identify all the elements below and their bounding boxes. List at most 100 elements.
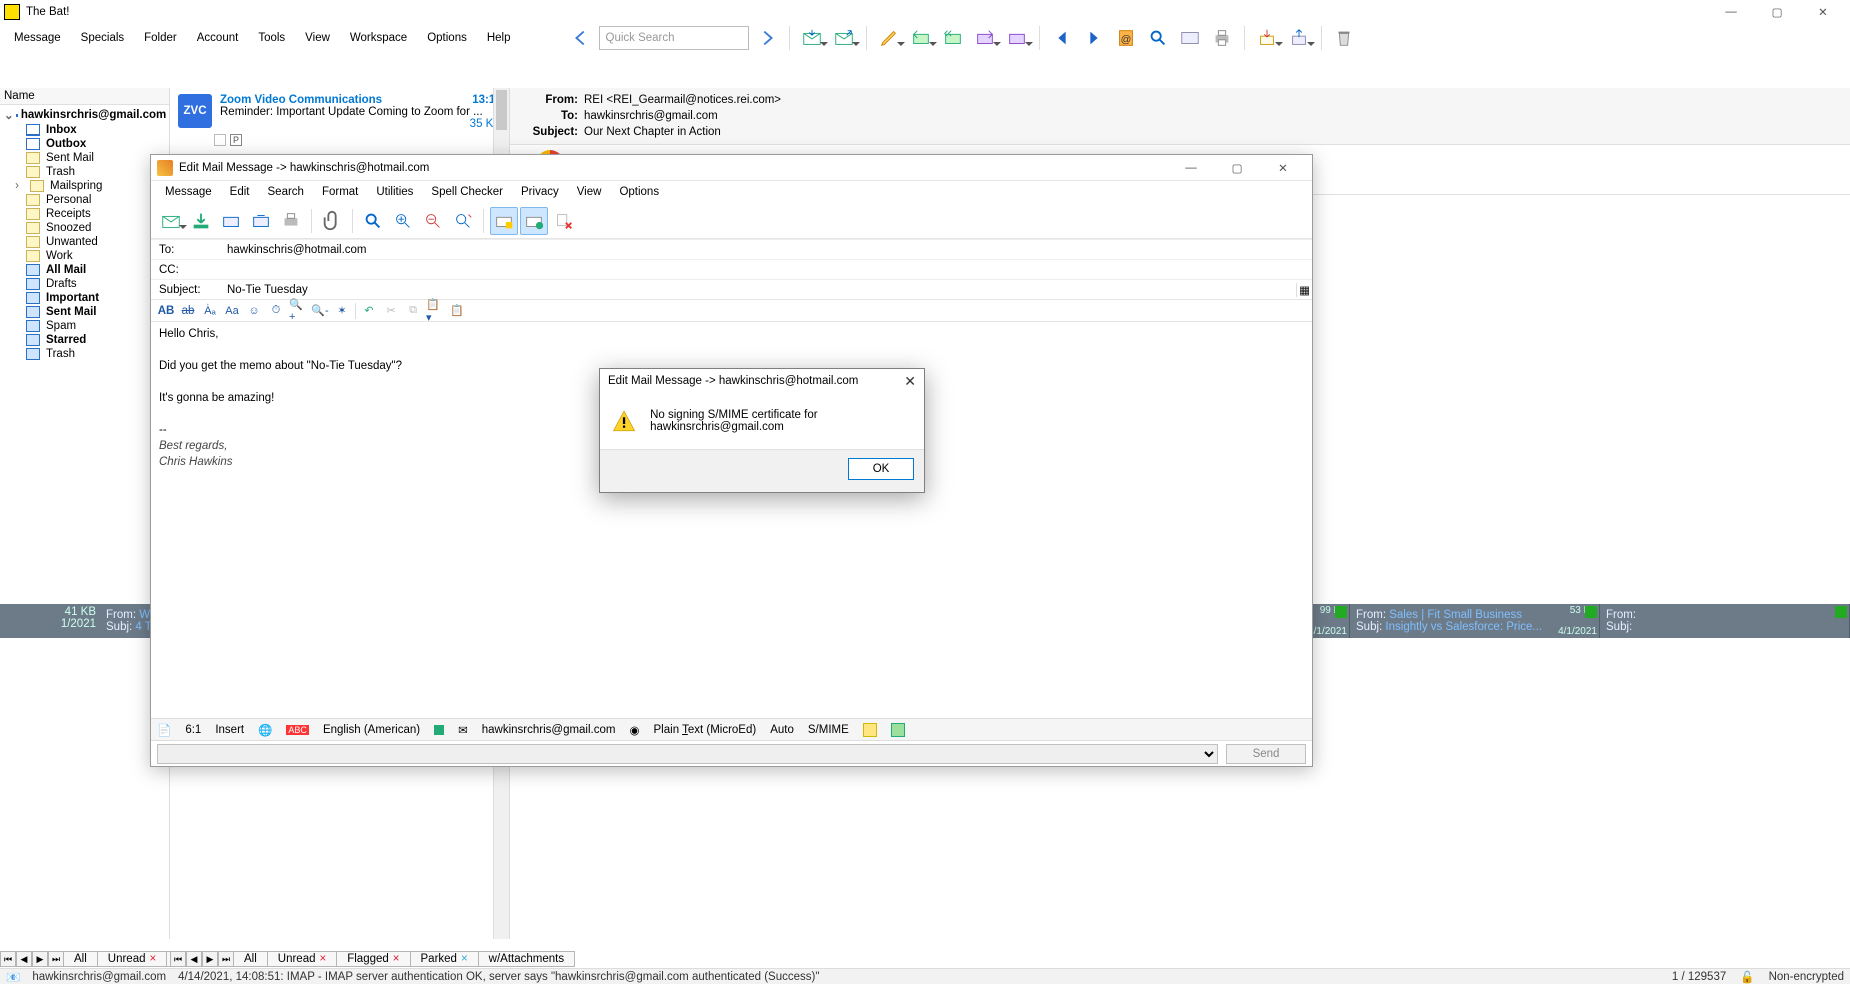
folder-all-mail[interactable]: All Mail [0,263,169,277]
compose-menu-message[interactable]: Message [157,184,220,200]
folder-inbox[interactable]: Inbox [0,123,169,137]
menu-account[interactable]: Account [189,28,247,48]
history-back-button[interactable] [567,24,595,52]
compose-subject-field[interactable]: No-Tie Tuesday [221,284,1296,296]
minimize-button[interactable]: — [1708,0,1754,24]
fmt-zoom-in[interactable]: 🔍+ [289,302,307,320]
folder-important[interactable]: Important [0,291,169,305]
compose-menu-privacy[interactable]: Privacy [513,184,567,200]
tab-unread[interactable]: Unread× [267,951,337,967]
redirect-button[interactable] [1003,24,1031,52]
folder-receipts[interactable]: Receipts [0,207,169,221]
tab-attachments[interactable]: w/Attachments [478,951,575,967]
compose-zoom-in-button[interactable] [389,207,417,235]
compose-menu-utilities[interactable]: Utilities [368,184,421,200]
compose-menu-edit[interactable]: Edit [222,184,258,200]
compose-to-field[interactable]: hawkinschris@hotmail.com [221,244,1312,256]
find-button[interactable] [1144,24,1172,52]
menu-specials[interactable]: Specials [73,28,132,48]
compose-smime[interactable]: S/MIME [808,724,849,736]
compose-send-button[interactable] [157,207,185,235]
tab-nav-last[interactable]: ⏭ [218,951,234,967]
fmt-paste[interactable]: 📋▾ [426,302,444,320]
compose-sign-indicator[interactable] [863,723,877,737]
tab-all[interactable]: All [233,951,268,967]
tab-nav-last[interactable]: ⏭ [48,951,64,967]
compose-template-select[interactable] [157,744,1218,764]
compose-maximize-button[interactable]: ▢ [1214,156,1260,180]
compose-menu-spell[interactable]: Spell Checker [423,184,511,200]
menu-help[interactable]: Help [479,28,519,48]
menu-tools[interactable]: Tools [250,28,293,48]
close-button[interactable]: ✕ [1800,0,1846,24]
fmt-super[interactable]: A̍ₐ [201,302,219,320]
compose-spellcheck-button[interactable] [359,207,387,235]
compose-account[interactable]: hawkinsrchris@gmail.com [482,724,616,736]
menu-view[interactable]: View [297,28,338,48]
folder-snoozed[interactable]: Snoozed [0,221,169,235]
folder-work[interactable]: Work [0,249,169,263]
compose-print-button[interactable] [277,207,305,235]
fmt-case[interactable]: Aa [223,302,241,320]
compose-spell-icon[interactable]: ABC [286,725,309,735]
tab-nav-next[interactable]: ▶ [202,951,218,967]
fmt-cut[interactable]: ✂ [382,302,400,320]
get-mail-button[interactable] [798,24,826,52]
reply-all-button[interactable] [939,24,967,52]
delete-button[interactable] [1330,24,1358,52]
compose-lang-icon[interactable]: 🌐 [258,723,272,737]
folder-starred[interactable]: Starred [0,333,169,347]
folder-unwanted[interactable]: Unwanted [0,235,169,249]
compose-language[interactable]: English (American) [323,724,420,736]
tab-nav-next[interactable]: ▶ [32,951,48,967]
compose-confirm-button[interactable] [449,207,477,235]
view-source-button[interactable] [1176,24,1204,52]
scrollbar-thumb[interactable] [496,90,507,130]
menu-options[interactable]: Options [419,28,475,48]
compose-queue-button[interactable] [217,207,245,235]
compose-encrypt-button[interactable] [520,207,548,235]
folder-drafts[interactable]: Drafts [0,277,169,291]
tab-unread[interactable]: Unread× [97,951,167,967]
compose-sign-button[interactable] [490,207,518,235]
folder-personal[interactable]: Personal [0,193,169,207]
send-mail-button[interactable] [830,24,858,52]
menu-workspace[interactable]: Workspace [342,28,415,48]
compose-attach-button[interactable] [318,207,346,235]
maximize-button[interactable]: ▢ [1754,0,1800,24]
tab-nav-first[interactable]: ⏮ [170,951,186,967]
menu-folder[interactable]: Folder [136,28,185,48]
fmt-paste-special[interactable]: 📋 [448,302,466,320]
message-flags[interactable]: P [170,132,509,152]
folder-sent-mail[interactable]: Sent Mail [0,305,169,319]
compose-encrypt-indicator[interactable] [891,723,905,737]
new-message-button[interactable] [875,24,903,52]
compose-cancel-sign-button[interactable] [550,207,578,235]
compose-zoom-out-button[interactable] [419,207,447,235]
folder-mailspring[interactable]: ›Mailspring [0,179,169,193]
folder-spam[interactable]: Spam [0,319,169,333]
compose-text-format[interactable]: Plain Text (MicroEd) [654,724,757,736]
folder-trash[interactable]: Trash [0,347,169,361]
folder-outbox[interactable]: Outbox [0,137,169,151]
fmt-emoji[interactable]: ☺ [245,302,263,320]
account-node[interactable]: ⌄ hawkinsrchris@gmail.com [0,107,169,123]
prev-button[interactable] [1048,24,1076,52]
folder-trash[interactable]: Trash [0,165,169,179]
fmt-insert-time[interactable]: ⏱ [267,302,285,320]
open-message-card[interactable]: 53 KBFrom: Sales | Fit Small BusinessSub… [1350,604,1600,638]
history-forward-button[interactable] [753,24,781,52]
compose-save-button[interactable] [187,207,215,235]
dialog-close-button[interactable]: ✕ [904,373,916,390]
tab-parked[interactable]: Parked× [410,951,479,967]
quick-search-input[interactable]: Quick Search [599,26,749,50]
fmt-bold[interactable]: AB [157,302,175,320]
tab-nav-prev[interactable]: ◀ [186,951,202,967]
message-item[interactable]: ZVCZoom Video Communications13:11Reminde… [170,88,509,132]
compose-menu-options[interactable]: Options [611,184,667,200]
fmt-copy[interactable]: ⧉ [404,302,422,320]
folder-sent-mail[interactable]: Sent Mail [0,151,169,165]
fmt-special[interactable]: ✶ [333,302,351,320]
fmt-undo[interactable]: ↶ [360,302,378,320]
compose-menu-view[interactable]: View [569,184,610,200]
